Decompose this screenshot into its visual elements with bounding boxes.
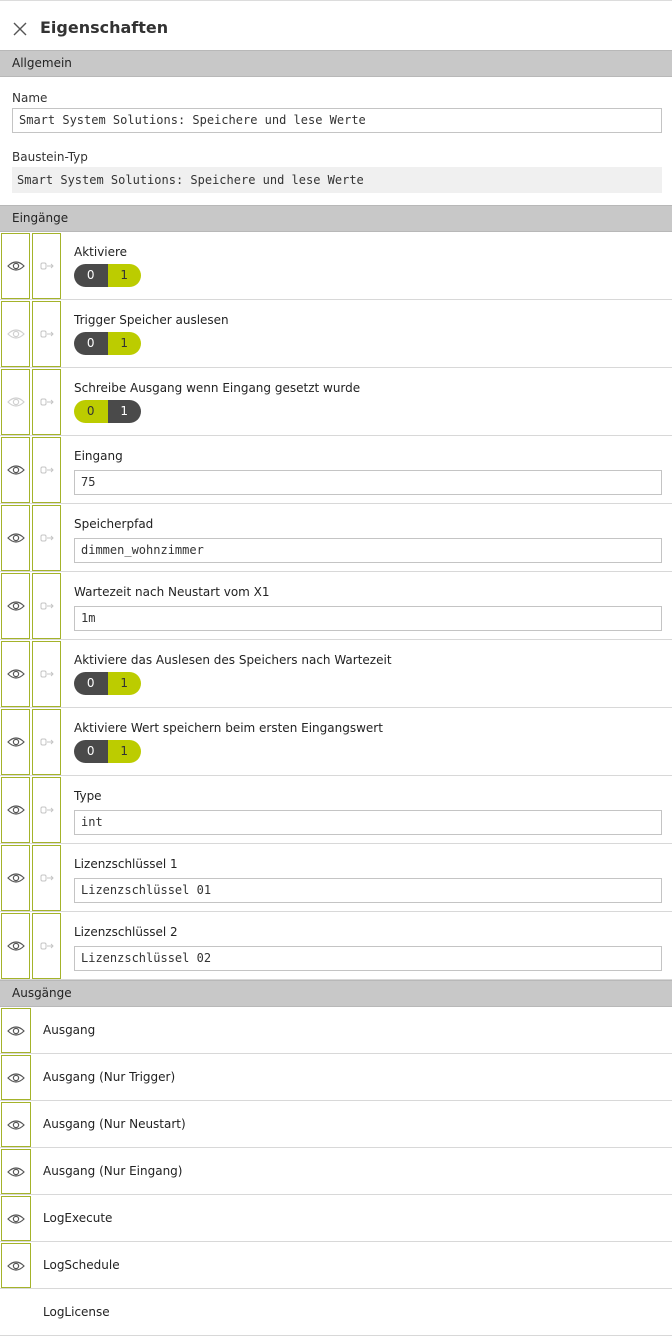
output-label: Ausgang (Nur Eingang)	[43, 1164, 183, 1178]
connect-icon[interactable]	[32, 777, 61, 843]
binary-toggle[interactable]: 0 1	[74, 740, 141, 763]
toggle-off[interactable]: 0	[74, 740, 108, 763]
input-label: Speicherpfad	[74, 517, 154, 531]
eye-icon[interactable]	[1, 1196, 31, 1241]
eye-icon[interactable]	[1, 1149, 31, 1194]
input-label: Lizenzschlüssel 1	[74, 857, 178, 871]
input-row: Trigger Speicher auslesen 0 1	[0, 300, 672, 368]
eye-icon[interactable]	[1, 301, 30, 367]
section-outputs-title: Ausgänge	[12, 986, 72, 1000]
input-label: Schreibe Ausgang wenn Eingang gesetzt wu…	[74, 381, 361, 395]
output-row: LogExecute	[0, 1195, 672, 1242]
eye-icon[interactable]	[1, 505, 30, 571]
eye-icon[interactable]	[1, 1055, 31, 1100]
section-outputs: Ausgänge	[0, 980, 672, 1007]
eye-icon[interactable]	[1, 233, 30, 299]
toggle-on[interactable]: 1	[107, 740, 141, 763]
toggle-on[interactable]: 1	[107, 672, 141, 695]
eye-icon[interactable]	[1, 1243, 31, 1288]
input-label: Eingang	[74, 449, 123, 463]
eye-icon[interactable]	[1, 573, 30, 639]
input-label: Aktiviere	[74, 245, 128, 259]
output-label: Ausgang (Nur Neustart)	[43, 1117, 186, 1131]
eye-icon[interactable]	[1, 777, 30, 843]
input-label: Aktiviere das Auslesen des Speichers nac…	[74, 653, 392, 667]
connect-icon[interactable]	[32, 437, 61, 503]
input-row: Lizenzschlüssel 1 Lizenzschlüssel 01	[0, 844, 672, 912]
output-row: Ausgang (Nur Neustart)	[0, 1101, 672, 1148]
input-field[interactable]: 1m	[74, 606, 662, 631]
binary-toggle[interactable]: 0 1	[74, 332, 141, 355]
name-input[interactable]: Smart System Solutions: Speichere und le…	[12, 108, 662, 133]
section-inputs-title: Eingänge	[12, 211, 69, 225]
eye-icon[interactable]	[1, 369, 30, 435]
output-label: LogLicense	[43, 1305, 110, 1319]
output-row: LogSchedule	[0, 1242, 672, 1289]
connect-icon[interactable]	[32, 641, 61, 707]
toggle-on[interactable]: 1	[107, 400, 141, 423]
input-label: Lizenzschlüssel 2	[74, 925, 178, 939]
connect-icon[interactable]	[32, 913, 61, 979]
panel-title: Eigenschaften	[40, 18, 169, 37]
connect-icon[interactable]	[32, 301, 61, 367]
input-field[interactable]: Lizenzschlüssel 02	[74, 946, 662, 971]
eye-icon[interactable]	[1, 845, 30, 911]
input-row: Aktiviere das Auslesen des Speichers nac…	[0, 640, 672, 708]
eye-icon[interactable]	[1, 1008, 31, 1053]
input-row: Aktiviere 0 1	[0, 232, 672, 300]
input-field[interactable]: int	[74, 810, 662, 835]
input-field[interactable]: dimmen_wohnzimmer	[74, 538, 662, 563]
toggle-off[interactable]: 0	[74, 332, 108, 355]
binary-toggle[interactable]: 0 1	[74, 400, 141, 423]
input-label: Wartezeit nach Neustart vom X1	[74, 585, 270, 599]
connect-icon[interactable]	[32, 845, 61, 911]
output-label: Ausgang	[43, 1023, 96, 1037]
panel-header: Eigenschaften	[0, 0, 672, 51]
toggle-on[interactable]: 1	[107, 264, 141, 287]
input-row: Eingang 75	[0, 436, 672, 504]
type-value: Smart System Solutions: Speichere und le…	[12, 167, 662, 193]
input-field[interactable]: Lizenzschlüssel 01	[74, 878, 662, 903]
input-label: Aktiviere Wert speichern beim ersten Ein…	[74, 721, 383, 735]
name-label: Name	[12, 91, 48, 105]
input-row: Speicherpfad dimmen_wohnzimmer	[0, 504, 672, 572]
output-row: Ausgang (Nur Eingang)	[0, 1148, 672, 1195]
input-label: Trigger Speicher auslesen	[74, 313, 229, 327]
eye-icon[interactable]	[1, 1102, 31, 1147]
input-field[interactable]: 75	[74, 470, 662, 495]
output-label: LogSchedule	[43, 1258, 120, 1272]
type-label: Baustein-Typ	[12, 150, 88, 164]
input-row: Schreibe Ausgang wenn Eingang gesetzt wu…	[0, 368, 672, 436]
output-label: LogExecute	[43, 1211, 113, 1225]
input-row: Lizenzschlüssel 2 Lizenzschlüssel 02	[0, 912, 672, 980]
connect-icon[interactable]	[32, 369, 61, 435]
close-icon[interactable]	[12, 21, 28, 37]
toggle-off[interactable]: 0	[74, 672, 108, 695]
toggle-on[interactable]: 1	[107, 332, 141, 355]
connect-icon[interactable]	[32, 573, 61, 639]
eye-icon[interactable]	[1, 641, 30, 707]
output-label: Ausgang (Nur Trigger)	[43, 1070, 176, 1084]
output-row: Ausgang (Nur Trigger)	[0, 1054, 672, 1101]
eye-icon[interactable]	[1, 437, 30, 503]
binary-toggle[interactable]: 0 1	[74, 672, 141, 695]
toggle-off[interactable]: 0	[74, 264, 108, 287]
input-label: Type	[74, 789, 102, 803]
connect-icon[interactable]	[32, 709, 61, 775]
toggle-off[interactable]: 0	[74, 400, 108, 423]
eye-icon[interactable]	[1, 709, 30, 775]
input-row: Wartezeit nach Neustart vom X1 1m	[0, 572, 672, 640]
binary-toggle[interactable]: 0 1	[74, 264, 141, 287]
input-row: Type int	[0, 776, 672, 844]
section-general-title: Allgemein	[12, 56, 72, 70]
section-general: Allgemein	[0, 50, 672, 77]
eye-icon[interactable]	[1, 913, 30, 979]
output-row: LogLicense	[0, 1289, 672, 1336]
connect-icon[interactable]	[32, 505, 61, 571]
connect-icon[interactable]	[32, 233, 61, 299]
output-row: Ausgang	[0, 1007, 672, 1054]
section-inputs: Eingänge	[0, 205, 672, 232]
input-row: Aktiviere Wert speichern beim ersten Ein…	[0, 708, 672, 776]
